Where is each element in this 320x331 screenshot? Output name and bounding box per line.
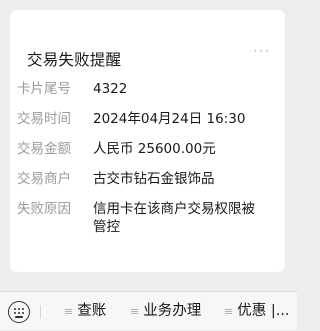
- row-label: 失败原因: [17, 201, 71, 217]
- more-icon[interactable]: ···: [254, 44, 271, 58]
- row-label: 交易商户: [17, 171, 71, 187]
- row-label: 交易时间: [17, 111, 71, 127]
- row-value: 人民币 25600.00元: [93, 141, 216, 157]
- menu-label: 优惠 |...: [237, 303, 290, 319]
- row-value: 古交市钻石金银饰品: [93, 171, 215, 187]
- row-value: 信用卡在该商户交易权限被管控: [93, 201, 255, 235]
- bottom-menu-bar: ≡ 查账 ≡ 业务办理 ≡ 优惠 |...: [0, 291, 297, 330]
- row-label: 卡片尾号: [17, 81, 71, 97]
- keyboard-icon[interactable]: [8, 301, 30, 323]
- menu-item-offers[interactable]: ≡ 优惠 |...: [224, 292, 290, 331]
- card-title: 交易失败提醒: [27, 51, 122, 69]
- menu-icon: ≡: [224, 305, 234, 318]
- menu-item-business[interactable]: ≡ 业务办理: [130, 292, 201, 331]
- menu-label: 查账: [77, 303, 107, 319]
- row-value: 4322: [93, 81, 128, 97]
- row-value: 2024年04月24日 16:30: [93, 111, 246, 127]
- menu-item-check-bill[interactable]: ≡ 查账: [64, 292, 106, 331]
- row-label: 交易金额: [17, 141, 71, 157]
- menu-label: 业务办理: [143, 303, 202, 319]
- menu-icon: ≡: [64, 305, 74, 318]
- menu-icon: ≡: [130, 305, 140, 318]
